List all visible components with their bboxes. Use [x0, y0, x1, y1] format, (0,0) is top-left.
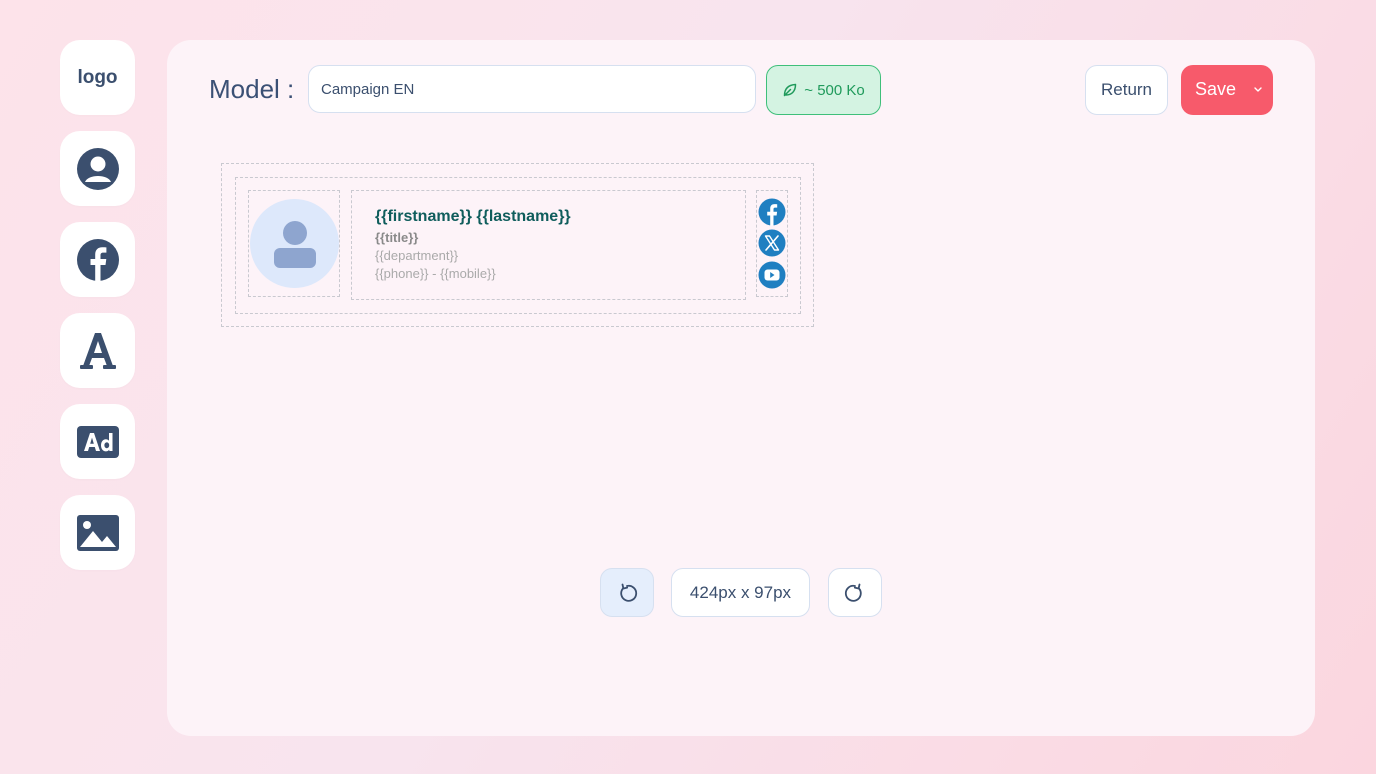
weight-label: ~ 500 Ko [804, 81, 865, 99]
model-name-input[interactable] [308, 65, 756, 113]
facebook-icon [76, 238, 119, 281]
signature-name: {{firstname}} {{lastname}} [375, 208, 571, 225]
user-icon [76, 147, 119, 190]
signature-department: {{department}} [375, 248, 459, 263]
redo-button[interactable] [828, 568, 882, 617]
undo-button[interactable] [600, 568, 654, 617]
return-label: Return [1100, 80, 1153, 99]
canvas-size-label: 424px x 97px [671, 568, 810, 617]
chevron-down-icon[interactable] [1251, 82, 1265, 96]
sidebar-item-profile[interactable] [60, 131, 135, 206]
facebook-icon[interactable] [758, 198, 786, 226]
return-button[interactable]: Return [1085, 65, 1168, 115]
save-button[interactable]: Save [1181, 65, 1273, 115]
editor-panel: Model : ~ 500 Ko Return Save {{firstname… [167, 40, 1315, 736]
leaf-icon [784, 83, 797, 97]
avatar [250, 199, 339, 288]
sidebar-item-image[interactable] [60, 495, 135, 570]
x-icon[interactable] [758, 229, 786, 257]
undo-icon [620, 583, 638, 602]
weight-badge: ~ 500 Ko [766, 65, 881, 115]
youtube-icon[interactable] [758, 261, 786, 289]
save-label: Save [1195, 79, 1237, 99]
logo-label: logo [77, 66, 118, 88]
ad-icon [76, 425, 119, 458]
image-icon [76, 514, 119, 551]
redo-icon [844, 583, 862, 602]
model-label: Model : [209, 74, 295, 104]
font-icon [79, 332, 116, 369]
logo-button[interactable]: logo [60, 40, 135, 115]
sidebar-item-ad[interactable] [60, 404, 135, 479]
avatar-placeholder-icon [273, 220, 316, 268]
signature-phone: {{phone}} - {{mobile}} [375, 266, 496, 281]
signature-title: {{title}} [375, 230, 419, 245]
sidebar-item-font[interactable] [60, 313, 135, 388]
sidebar-item-social[interactable] [60, 222, 135, 297]
info-cell[interactable] [351, 190, 746, 300]
